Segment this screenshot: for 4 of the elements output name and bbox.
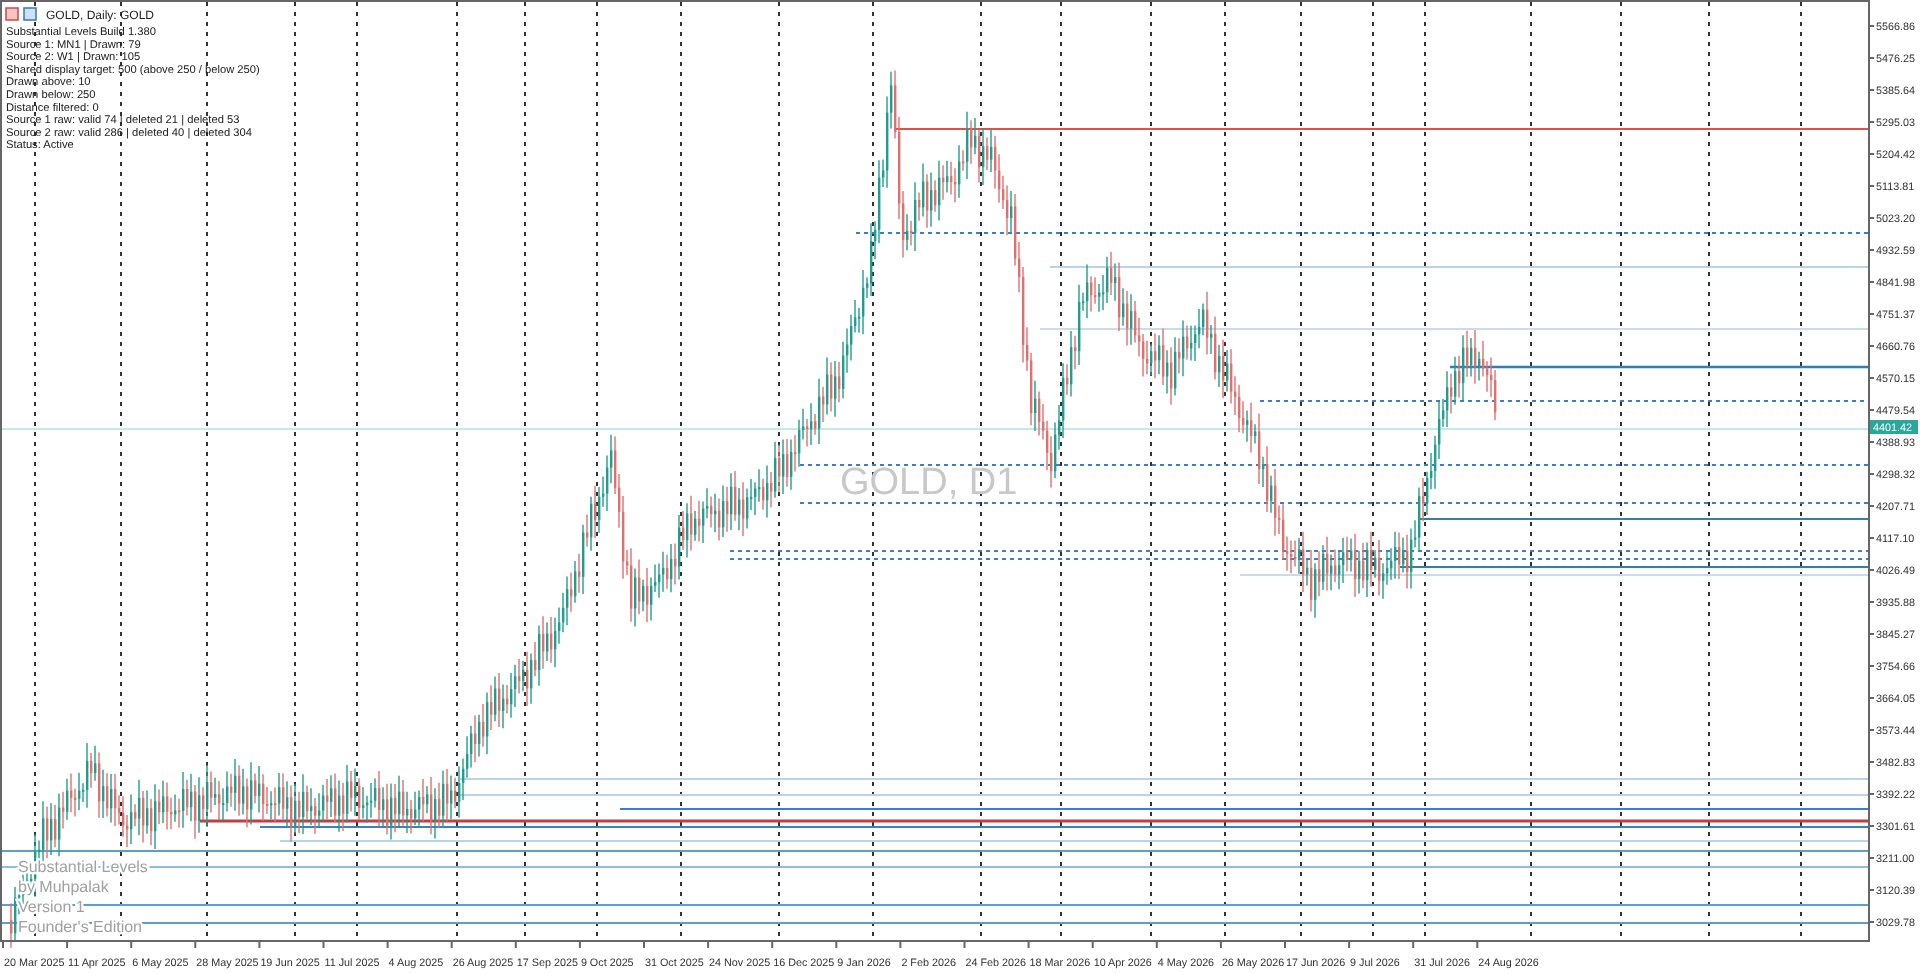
object-icon[interactable] — [23, 7, 37, 21]
indicator-icon[interactable] — [5, 7, 19, 21]
indicator-label: by Muhpalak — [18, 878, 109, 896]
symbol-watermark: GOLD, D1 — [840, 462, 1018, 504]
